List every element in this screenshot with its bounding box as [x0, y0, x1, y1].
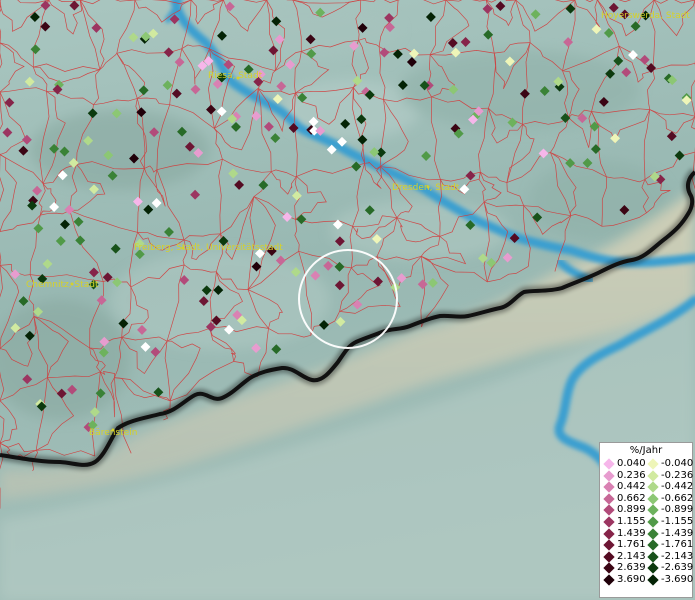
- legend-swatch: [647, 539, 659, 551]
- legend-swatch: [647, 562, 659, 575]
- legend-value: -2.639: [661, 562, 694, 574]
- legend-swatch: [647, 481, 659, 493]
- legend-value: -0.662: [661, 492, 694, 504]
- legend-row: -0.899: [600, 504, 694, 517]
- legend-negative-column: -0.040 -0.236 -0.442 -0.662 -0.899 -1.15…: [600, 458, 694, 586]
- legend-swatch: [647, 493, 659, 505]
- legend-row: -3.690: [600, 574, 694, 586]
- legend-row: -1.155: [600, 516, 694, 528]
- map-view[interactable]: Riesa, Stadt Hoyerswerda, Stadt Dresden,…: [0, 0, 695, 600]
- legend-swatch: [647, 516, 659, 528]
- legend-swatch: [647, 574, 659, 586]
- legend-swatch: [647, 469, 659, 482]
- legend-row: -2.143: [600, 551, 694, 563]
- legend-value: -0.236: [661, 469, 694, 481]
- map-canvas[interactable]: Riesa, Stadt Hoyerswerda, Stadt Dresden,…: [0, 0, 695, 600]
- legend-row: -1.761: [600, 539, 694, 551]
- legend-row: -2.639: [600, 562, 694, 575]
- legend-row: -0.442: [600, 481, 694, 493]
- legend-row: -0.236: [600, 470, 694, 482]
- legend-value: -1.761: [661, 539, 694, 551]
- legend-swatch: [647, 504, 659, 517]
- legend-value: -0.899: [661, 504, 694, 516]
- legend-value: -0.040: [661, 458, 694, 469]
- city-label-dresden: Dresden, Stadt: [392, 183, 460, 193]
- legend-row: -0.040: [600, 458, 694, 470]
- legend-title: %/Jahr: [629, 445, 663, 456]
- city-label-riesa: Riesa, Stadt: [208, 71, 263, 81]
- legend-row: -1.439: [600, 528, 694, 540]
- legend: %/Jahr 0.040 0.236 0.442 0.662 0.899 1.1…: [599, 442, 693, 598]
- legend-value: -1.439: [661, 527, 694, 539]
- legend-swatch: [647, 551, 659, 563]
- legend-value: -2.143: [661, 550, 694, 562]
- city-label-freiberg: Freiberg, Stadt, Universitätsstadt: [134, 243, 283, 253]
- legend-row: -0.662: [600, 493, 694, 505]
- legend-value: -0.442: [661, 481, 694, 493]
- city-label-chemnitz: Chemnitz, Stadt: [26, 280, 99, 290]
- city-label-hoyerswerda: Hoyerswerda, Stadt: [601, 11, 690, 21]
- legend-value: -1.155: [661, 515, 694, 527]
- legend-swatch: [647, 458, 659, 470]
- legend-swatch: [647, 527, 659, 540]
- city-label-baerenstein: Bärenstein: [89, 428, 137, 438]
- legend-value: -3.690: [661, 573, 694, 585]
